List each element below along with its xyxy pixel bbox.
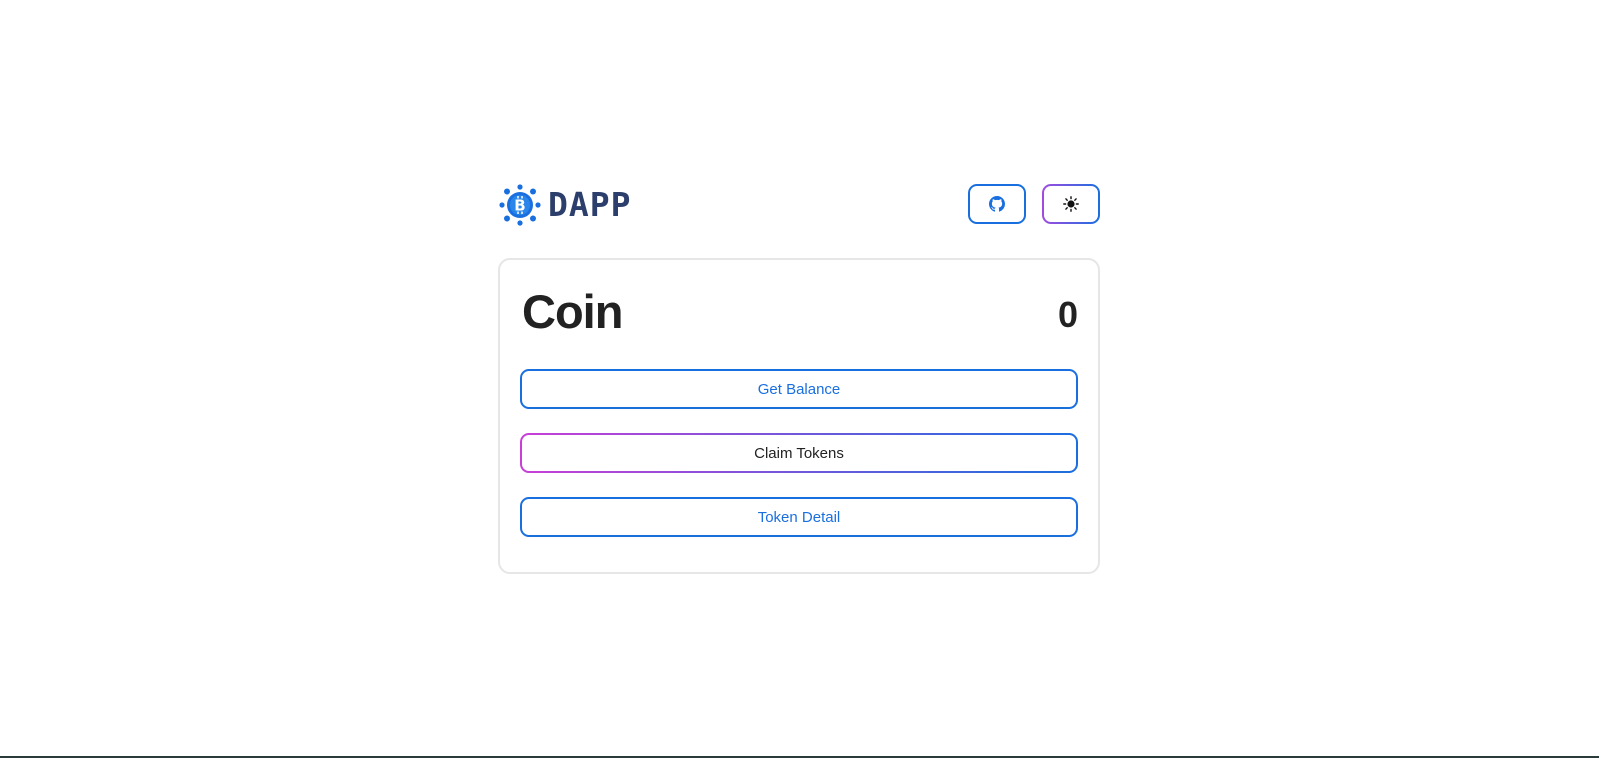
sun-icon xyxy=(1063,196,1079,212)
svg-text:B: B xyxy=(514,197,525,215)
github-icon xyxy=(989,196,1005,212)
claim-tokens-button[interactable]: Claim Tokens xyxy=(520,433,1078,473)
balance-value: 0 xyxy=(1057,294,1078,335)
card-title: Coin xyxy=(522,285,623,338)
get-balance-button[interactable]: Get Balance xyxy=(520,369,1078,409)
logo-mark-icon: B xyxy=(499,184,541,226)
coin-card: Coin 0 Get Balance Claim Tokens Token De… xyxy=(498,258,1100,574)
theme-toggle-button[interactable] xyxy=(1042,184,1100,224)
github-button[interactable] xyxy=(968,184,1026,224)
logo-text: DAPP xyxy=(548,185,632,224)
header: B DAPP xyxy=(498,183,1100,227)
logo: B DAPP xyxy=(498,183,631,227)
token-detail-button[interactable]: Token Detail xyxy=(520,497,1078,537)
app-container: B DAPP Coin 0 Get Balance Claim Tokens T… xyxy=(498,183,1100,574)
